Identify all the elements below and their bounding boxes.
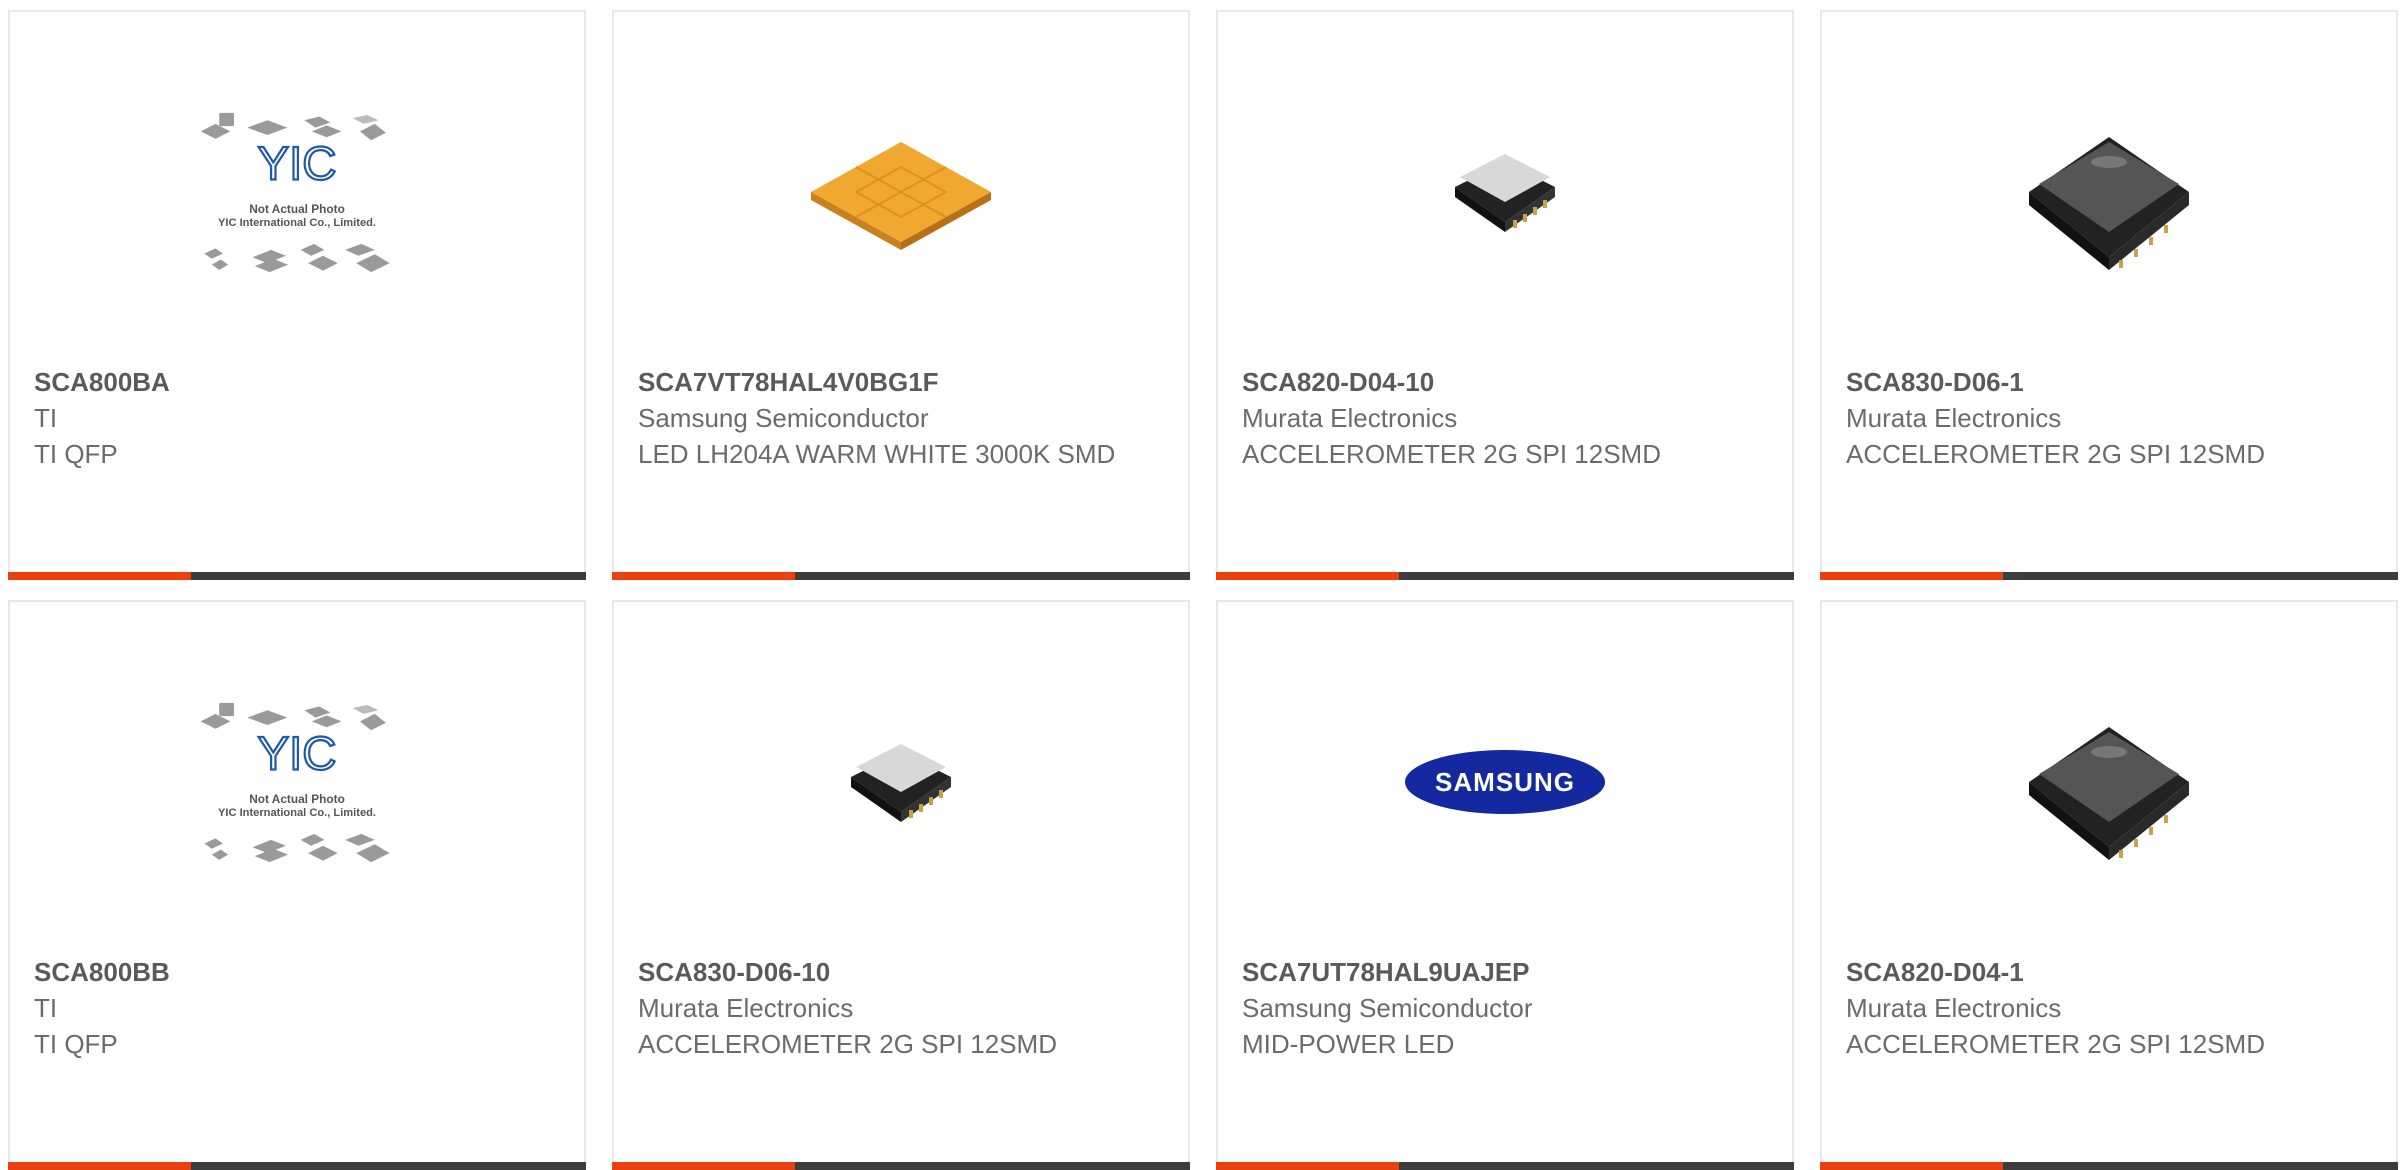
card-bottom-bar (1820, 1162, 2398, 1170)
samsung-logo-icon: SAMSUNG (1405, 750, 1605, 814)
svg-text:Not Actual Photo: Not Actual Photo (249, 202, 345, 216)
description: MID-POWER LED (1242, 1029, 1455, 1059)
sensor-chip-icon (851, 744, 951, 822)
led-chip-icon (811, 142, 991, 250)
manufacturer: Murata Electronics (1242, 403, 1458, 433)
card-bottom-bar (612, 1162, 1190, 1170)
manufacturer: Murata Electronics (1846, 403, 2062, 433)
card-bottom-bar (8, 572, 586, 580)
product-card[interactable]: YIC Not Actual Photo YIC International C… (8, 10, 586, 580)
product-image (2009, 682, 2209, 882)
description: ACCELEROMETER 2G SPI 12SMD (1846, 439, 2265, 469)
card-bottom-bar (1216, 1162, 1794, 1170)
svg-text:SAMSUNG: SAMSUNG (1435, 767, 1575, 797)
svg-text:YIC International Co., Limited: YIC International Co., Limited. (218, 217, 376, 229)
product-image-placeholder: YIC Not Actual Photo YIC International C… (197, 682, 397, 882)
manufacturer: TI (34, 993, 58, 1023)
description: TI QFP (34, 439, 118, 469)
card-bottom-bar (8, 1162, 586, 1170)
product-card[interactable]: SAMSUNG SCA7UT78HAL9UAJEP Samsung Semico… (1216, 600, 1794, 1170)
product-image (1405, 92, 1605, 292)
product-card[interactable]: SCA820-D04-1 Murata Electronics ACCELERO… (1820, 600, 2398, 1170)
product-card[interactable]: SCA830-D06-10 Murata Electronics ACCELER… (612, 600, 1190, 1170)
product-image: SAMSUNG (1405, 682, 1605, 882)
manufacturer: Murata Electronics (638, 993, 854, 1023)
product-image (801, 682, 1001, 882)
part-number[interactable]: SCA800BA (34, 364, 564, 400)
description: ACCELEROMETER 2G SPI 12SMD (638, 1029, 1057, 1059)
yic-logo-icon: YIC Not Actual Photo YIC International C… (200, 112, 390, 273)
svg-text:YIC: YIC (258, 137, 337, 190)
yic-logo-icon: YIC Not Actual Photo YIC International C… (200, 702, 390, 863)
part-number[interactable]: SCA820-D04-10 (1242, 364, 1772, 400)
product-card[interactable]: SCA7VT78HAL4V0BG1F Samsung Semiconductor… (612, 10, 1190, 580)
svg-text:Not Actual Photo: Not Actual Photo (249, 792, 345, 806)
sensor-chip-icon (1455, 154, 1555, 232)
description: LED LH204A WARM WHITE 3000K SMD (638, 439, 1116, 469)
card-bottom-bar (1820, 572, 2398, 580)
part-number[interactable]: SCA800BB (34, 954, 564, 990)
product-image-placeholder: YIC Not Actual Photo YIC International C… (197, 92, 397, 292)
card-bottom-bar (1216, 572, 1794, 580)
product-card[interactable]: YIC Not Actual Photo YIC International C… (8, 600, 586, 1170)
product-image (801, 92, 1001, 292)
card-bottom-bar (612, 572, 1190, 580)
product-card[interactable]: SCA820-D04-10 Murata Electronics ACCELER… (1216, 10, 1794, 580)
product-image (2009, 92, 2209, 292)
sensor-chip-icon (2029, 137, 2189, 270)
manufacturer: Murata Electronics (1846, 993, 2062, 1023)
manufacturer: Samsung Semiconductor (1242, 993, 1533, 1023)
manufacturer: TI (34, 403, 58, 433)
part-number[interactable]: SCA7VT78HAL4V0BG1F (638, 364, 1168, 400)
description: ACCELEROMETER 2G SPI 12SMD (1846, 1029, 2265, 1059)
part-number[interactable]: SCA830-D06-10 (638, 954, 1168, 990)
part-number[interactable]: SCA830-D06-1 (1846, 364, 2376, 400)
sensor-chip-icon (2029, 727, 2189, 860)
description: TI QFP (34, 1029, 118, 1059)
manufacturer: Samsung Semiconductor (638, 403, 929, 433)
part-number[interactable]: SCA820-D04-1 (1846, 954, 2376, 990)
product-card[interactable]: SCA830-D06-1 Murata Electronics ACCELERO… (1820, 10, 2398, 580)
description: ACCELEROMETER 2G SPI 12SMD (1242, 439, 1661, 469)
svg-text:YIC: YIC (258, 727, 337, 780)
part-number[interactable]: SCA7UT78HAL9UAJEP (1242, 954, 1772, 990)
svg-text:YIC International Co., Limited: YIC International Co., Limited. (218, 807, 376, 819)
